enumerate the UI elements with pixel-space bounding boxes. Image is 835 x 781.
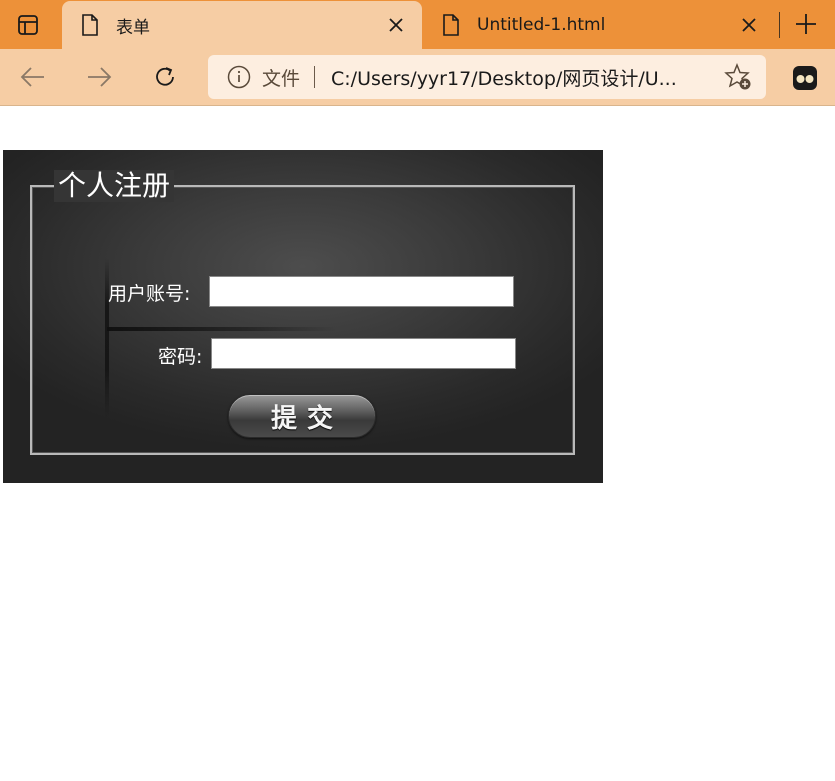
tab-untitled[interactable]: Untitled-1.html xyxy=(423,1,775,49)
refresh-icon xyxy=(156,67,174,86)
document-icon xyxy=(80,13,100,37)
tab-title: 表单 xyxy=(116,17,150,38)
address-bar[interactable]: 文件 C:/Users/yyr17/Desktop/网页设计/U... xyxy=(208,55,766,99)
tab-title: Untitled-1.html xyxy=(477,15,606,35)
forward-button[interactable] xyxy=(79,59,119,95)
add-favorite-button[interactable] xyxy=(718,57,758,97)
username-input[interactable] xyxy=(209,276,514,307)
back-button[interactable] xyxy=(13,59,53,95)
arrow-right-icon xyxy=(88,67,112,87)
password-label: 密码: xyxy=(158,346,203,368)
submit-button[interactable]: 提交 xyxy=(228,394,376,438)
decorative-line xyxy=(107,327,337,331)
extension-icon xyxy=(793,66,817,90)
tab-actions-icon xyxy=(18,14,38,35)
arrow-left-icon xyxy=(20,67,44,87)
browser-toolbar: 文件 C:/Users/yyr17/Desktop/网页设计/U... xyxy=(0,49,835,106)
tab-actions-button[interactable] xyxy=(0,0,56,49)
username-label: 用户账号: xyxy=(108,283,191,305)
tab-strip: 表单 Untitled-1.html xyxy=(0,0,835,49)
new-tab-button[interactable] xyxy=(786,4,826,44)
document-icon xyxy=(441,13,461,37)
close-tab-icon[interactable] xyxy=(380,9,412,41)
info-icon[interactable] xyxy=(226,64,252,90)
reload-button[interactable] xyxy=(145,59,185,95)
extension-button[interactable] xyxy=(790,63,820,93)
close-tab-icon[interactable] xyxy=(733,9,765,41)
url-text[interactable]: C:/Users/yyr17/Desktop/网页设计/U... xyxy=(331,64,718,91)
star-add-icon xyxy=(724,63,751,90)
registration-form: 个人注册 用户账号: 密码: 提交 xyxy=(3,150,603,483)
tab-separator xyxy=(779,12,780,38)
address-divider xyxy=(314,66,316,88)
plus-icon xyxy=(796,14,816,34)
form-legend: 个人注册 xyxy=(54,170,175,202)
scheme-label: 文件 xyxy=(262,67,301,90)
tab-form[interactable]: 表单 xyxy=(62,1,422,49)
password-input[interactable] xyxy=(211,338,516,369)
